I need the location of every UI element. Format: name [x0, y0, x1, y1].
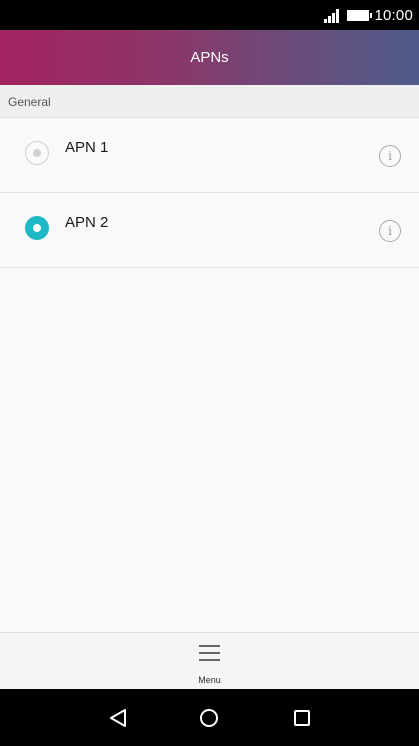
menu-icon[interactable] — [199, 645, 220, 661]
app-bar: APNs — [0, 30, 419, 85]
bottom-toolbar: Menu — [0, 632, 419, 689]
apn-list-item[interactable]: APN 1 i — [0, 118, 419, 193]
status-bar: 10:00 — [0, 0, 419, 30]
page-title: APNs — [190, 49, 229, 66]
home-icon[interactable] — [200, 709, 218, 727]
status-time: 10:00 — [374, 6, 413, 24]
status-icons: 10:00 — [323, 0, 413, 30]
section-header: General — [0, 85, 419, 118]
back-icon[interactable] — [108, 708, 128, 728]
recents-icon[interactable] — [294, 710, 310, 726]
apn-name: APN 1 — [65, 139, 109, 156]
section-label-general: General — [8, 95, 51, 109]
apn-radio-button-unselected[interactable] — [25, 141, 49, 165]
apn-radio-button-selected[interactable] — [25, 216, 49, 240]
menu-label[interactable]: Menu — [0, 675, 419, 685]
battery-icon — [347, 9, 373, 21]
apn-name: APN 2 — [65, 214, 109, 231]
info-icon[interactable]: i — [379, 220, 401, 242]
navigation-bar — [0, 689, 419, 746]
info-icon[interactable]: i — [379, 145, 401, 167]
apn-list-item[interactable]: APN 2 i — [0, 193, 419, 268]
signal-icon — [323, 7, 340, 23]
